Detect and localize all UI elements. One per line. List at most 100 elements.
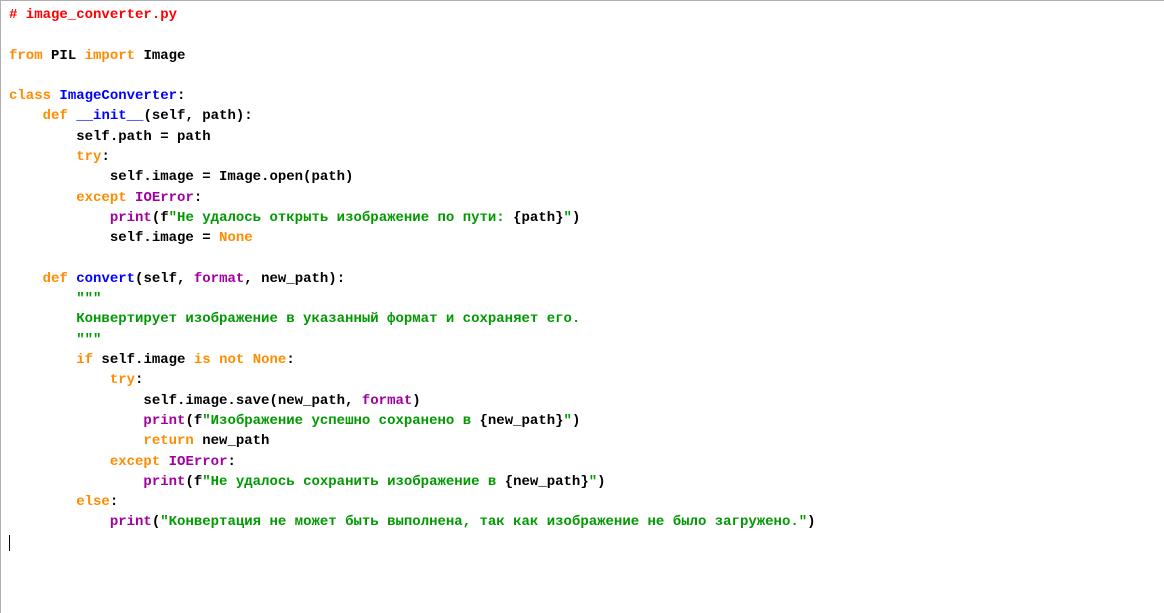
code-line: # image_converter.py — [9, 5, 1156, 25]
code-token: self.image — [93, 352, 194, 368]
code-line: self.path = path — [9, 127, 1156, 147]
code-token: " — [589, 474, 597, 490]
code-token: Image — [135, 48, 185, 64]
code-token: self.image.save(new_path, — [9, 393, 362, 409]
code-token: { — [505, 474, 513, 490]
code-token: Конвертирует изображение в указанный фор… — [9, 311, 580, 327]
code-line — [9, 25, 1156, 45]
code-token: PIL — [43, 48, 85, 64]
code-token: not — [219, 352, 244, 368]
code-token: IOError — [169, 454, 228, 470]
code-token: format — [362, 393, 412, 409]
code-token — [127, 190, 135, 206]
code-token: "Не удалось сохранить изображение в — [202, 474, 504, 490]
code-token: __init__ — [76, 108, 143, 124]
code-token: " — [564, 413, 572, 429]
code-token: ) — [807, 514, 815, 530]
code-token: """ — [76, 291, 101, 307]
code-token: " — [564, 210, 572, 226]
code-line: self.image.save(new_path, format) — [9, 391, 1156, 411]
code-line — [9, 66, 1156, 86]
code-token: except — [110, 454, 160, 470]
code-token: : — [286, 352, 294, 368]
code-token: , new_path): — [244, 271, 345, 287]
code-token — [9, 474, 143, 490]
code-line: try: — [9, 370, 1156, 390]
code-token — [68, 271, 76, 287]
code-token: } — [555, 413, 563, 429]
code-line: print(f"Изображение успешно сохранено в … — [9, 411, 1156, 431]
code-line: """ — [9, 330, 1156, 350]
code-token: except — [76, 190, 126, 206]
code-token: convert — [76, 271, 135, 287]
code-token: : — [110, 494, 118, 510]
code-token — [9, 190, 76, 206]
code-token — [9, 149, 76, 165]
code-token: is — [194, 352, 211, 368]
code-line: except IOError: — [9, 188, 1156, 208]
code-line: class ImageConverter: — [9, 86, 1156, 106]
code-line: try: — [9, 147, 1156, 167]
code-token — [9, 352, 76, 368]
code-token: path — [522, 210, 556, 226]
code-line: print(f"Не удалось открыть изображение п… — [9, 208, 1156, 228]
code-token: class — [9, 88, 51, 104]
code-token: self.image = Image.open(path) — [9, 169, 353, 185]
code-token — [9, 454, 110, 470]
code-token: { — [480, 413, 488, 429]
code-token: (f — [185, 413, 202, 429]
code-token: print — [143, 413, 185, 429]
code-token: "Конвертация не может быть выполнена, та… — [160, 514, 807, 530]
code-token: self.image = — [9, 230, 219, 246]
code-token: None — [219, 230, 253, 246]
code-token: (f — [152, 210, 169, 226]
code-token: ) — [597, 474, 605, 490]
code-line: self.image = Image.open(path) — [9, 167, 1156, 187]
code-line: return new_path — [9, 431, 1156, 451]
code-line: print("Конвертация не может быть выполне… — [9, 512, 1156, 532]
code-line: except IOError: — [9, 452, 1156, 472]
code-token: else — [76, 494, 110, 510]
code-line: """ — [9, 289, 1156, 309]
code-token — [9, 291, 76, 307]
code-token — [9, 433, 143, 449]
code-token: : — [101, 149, 109, 165]
code-line: from PIL import Image — [9, 46, 1156, 66]
code-line: print(f"Не удалось сохранить изображение… — [9, 472, 1156, 492]
code-token: ) — [572, 210, 580, 226]
code-token — [9, 514, 110, 530]
code-token — [9, 210, 110, 226]
code-token: (self, — [135, 271, 194, 287]
code-token: """ — [9, 332, 101, 348]
code-token — [9, 271, 43, 287]
code-token: : — [135, 372, 143, 388]
code-token: print — [143, 474, 185, 490]
code-token: self.path = path — [9, 129, 211, 145]
code-token: try — [110, 372, 135, 388]
code-token: { — [513, 210, 521, 226]
code-token: : — [194, 190, 202, 206]
code-line: def __init__(self, path): — [9, 106, 1156, 126]
code-token: ( — [152, 514, 160, 530]
code-line — [9, 249, 1156, 269]
code-token: new_path — [194, 433, 270, 449]
code-token: "Изображение успешно сохранено в — [202, 413, 479, 429]
code-token: def — [43, 108, 68, 124]
code-token: (f — [185, 474, 202, 490]
code-token — [9, 372, 110, 388]
code-line: Конвертирует изображение в указанный фор… — [9, 309, 1156, 329]
code-line: if self.image is not None: — [9, 350, 1156, 370]
code-token: (self, path): — [143, 108, 252, 124]
code-token: def — [43, 271, 68, 287]
code-token — [160, 454, 168, 470]
code-token: "Не удалось открыть изображение по пути: — [169, 210, 513, 226]
code-editor[interactable]: # image_converter.py from PIL import Ima… — [0, 0, 1164, 613]
code-token: format — [194, 271, 244, 287]
code-line: else: — [9, 492, 1156, 512]
code-token: new_path — [488, 413, 555, 429]
code-token: : — [227, 454, 235, 470]
code-token: print — [110, 210, 152, 226]
code-token — [244, 352, 252, 368]
code-token — [9, 494, 76, 510]
code-token: import — [85, 48, 135, 64]
